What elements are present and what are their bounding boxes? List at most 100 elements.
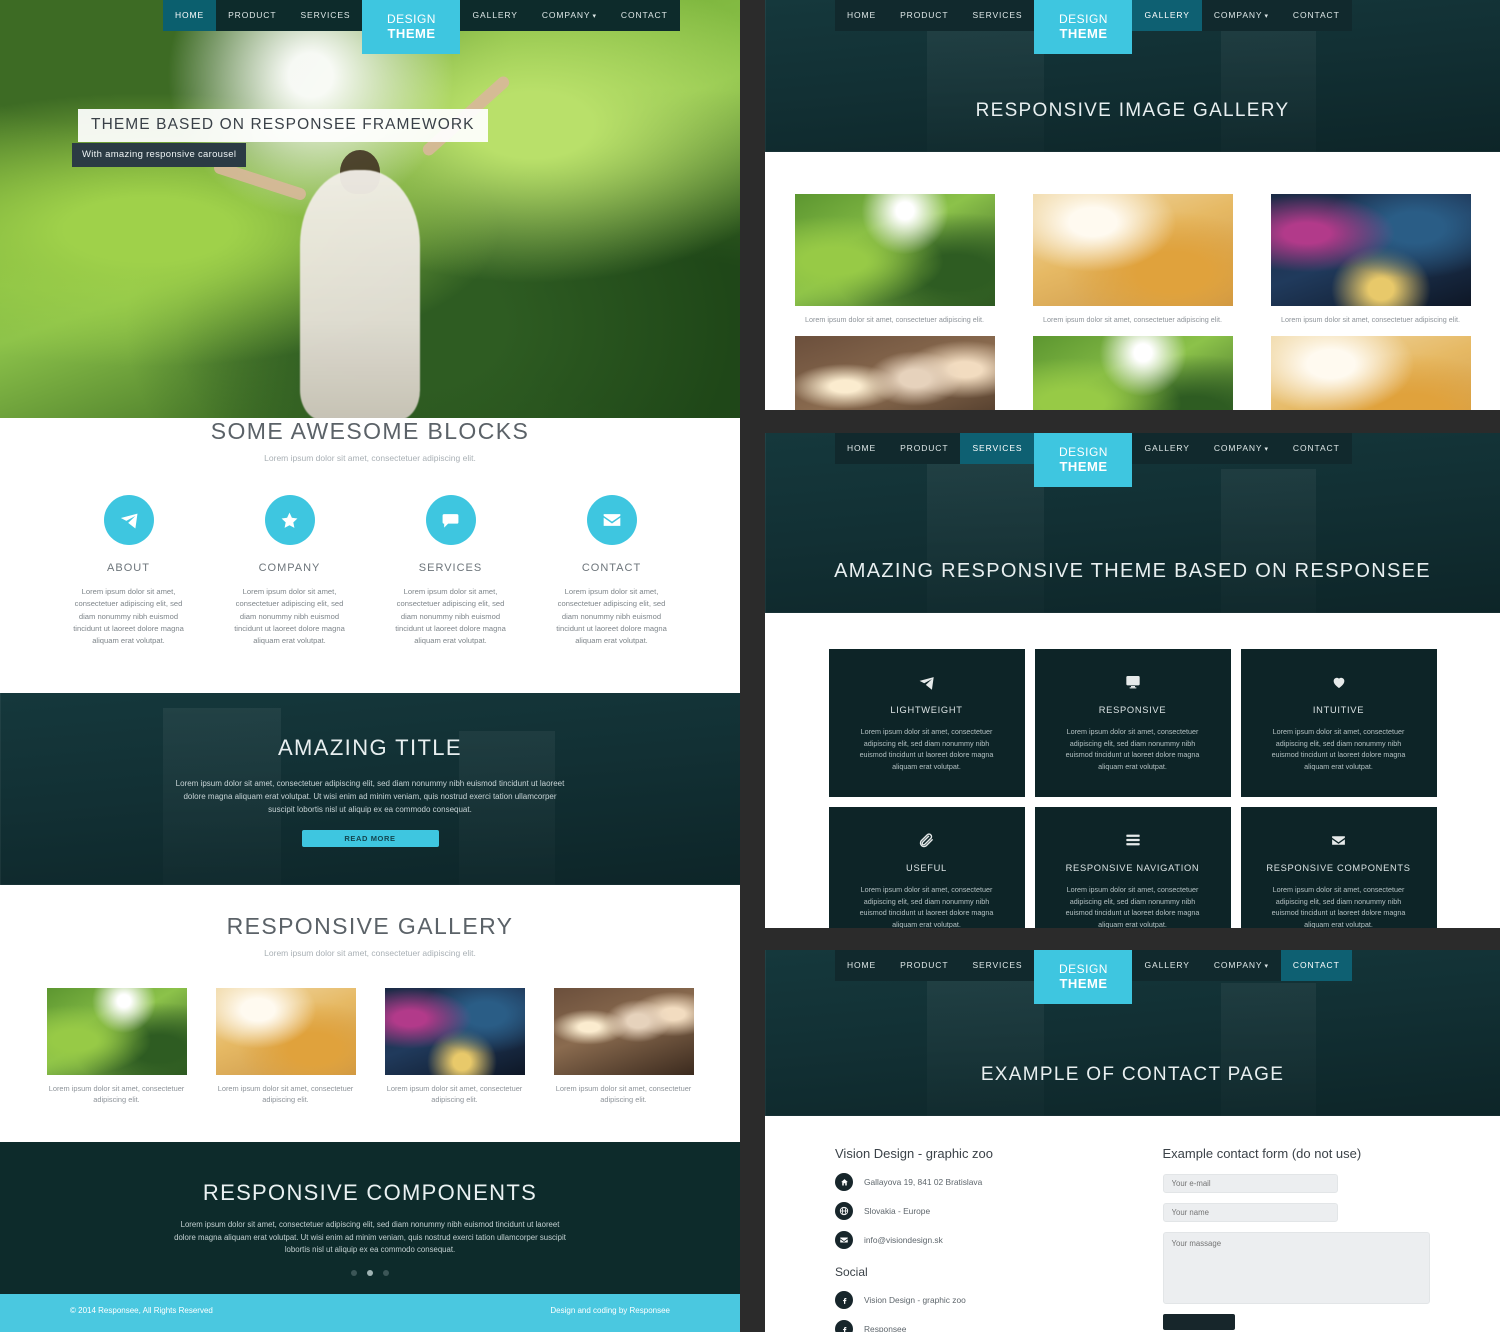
nav-item-contact[interactable]: CONTACT (609, 0, 680, 31)
site-logo[interactable]: DESIGN THEME (1034, 950, 1133, 1004)
contact-detail-email[interactable]: info@visiondesign.sk (835, 1231, 1103, 1249)
star-icon[interactable] (264, 495, 315, 545)
nav-item-gallery[interactable]: GALLERY (1132, 0, 1202, 31)
hotel-room-image[interactable] (1270, 336, 1471, 410)
feature-title: INTUITIVE (1312, 705, 1365, 715)
nav-item-product[interactable]: PRODUCT (888, 0, 960, 31)
responsive-gallery-section: RESPONSIVE GALLERY Lorem ipsum dolor sit… (0, 885, 740, 1142)
gallery-item[interactable]: Lorem ipsum dolor sit amet, consectetuer… (46, 988, 187, 1105)
site-logo[interactable]: DESIGN THEME (1034, 0, 1133, 54)
night-city-image[interactable] (384, 988, 525, 1075)
paper-plane-icon[interactable] (103, 495, 154, 545)
home-icon (835, 1173, 853, 1191)
block-about-title: ABOUT (107, 562, 150, 574)
gallery-item-caption: Lorem ipsum dolor sit amet, consectetuer… (1043, 315, 1222, 324)
gallery-item[interactable] (1270, 336, 1471, 410)
chevron-down-icon: ▾ (1264, 13, 1269, 20)
nav-left-group: HOME PRODUCT SERVICES (835, 0, 1035, 31)
facebook-icon (835, 1291, 853, 1309)
nav-left-group: HOME PRODUCT SERVICES (163, 0, 363, 31)
contact-detail-address: Gallayova 19, 841 02 Bratislava (835, 1173, 1103, 1191)
social-item-text: Vision Design - graphic zoo (864, 1295, 966, 1305)
chevron-down-icon: ▾ (592, 13, 597, 20)
nav-item-contact[interactable]: CONTACT (1281, 0, 1352, 31)
night-city-image[interactable] (1270, 194, 1471, 306)
gallery-item[interactable]: Lorem ipsum dolor sit amet, consectetuer… (384, 988, 525, 1105)
nav-item-company[interactable]: COMPANY ▾ (530, 0, 609, 31)
feature-responsive-components: RESPONSIVE COMPONENTS Lorem ipsum dolor … (1240, 807, 1437, 928)
carousel-dot-3[interactable] (383, 1269, 389, 1276)
panel-features-body: LIGHTWEIGHT Lorem ipsum dolor sit amet, … (765, 613, 1500, 928)
social-item[interactable]: Vision Design - graphic zoo (835, 1291, 1103, 1309)
nav-item-home[interactable]: HOME (835, 433, 888, 464)
blocks-section-title: SOME AWESOME BLOCKS (210, 418, 530, 444)
businessman-image[interactable] (794, 336, 995, 410)
nav-item-product[interactable]: PRODUCT (216, 0, 288, 31)
footer-credit: Design and coding by Responsee (550, 1306, 670, 1315)
gallery-item[interactable]: Lorem ipsum dolor sit amet, consectetuer… (1032, 194, 1233, 324)
nav-item-product[interactable]: PRODUCT (888, 433, 960, 464)
nav-item-services[interactable]: SERVICES (960, 950, 1034, 981)
nav-item-company[interactable]: COMPANY ▾ (1202, 433, 1281, 464)
block-services: SERVICES Lorem ipsum dolor sit amet, con… (394, 495, 507, 647)
social-item[interactable]: Responsee (835, 1320, 1103, 1332)
gallery-item[interactable]: Lorem ipsum dolor sit amet, consectetuer… (794, 194, 995, 324)
businessman-image[interactable] (553, 988, 694, 1075)
block-services-text: Lorem ipsum dolor sit amet, consectetuer… (395, 587, 506, 646)
blocks-section-subtitle: Lorem ipsum dolor sit amet, consectetuer… (264, 453, 476, 463)
feature-title: RESPONSIVE NAVIGATION (1065, 863, 1200, 873)
forest-woman-image[interactable] (46, 988, 187, 1075)
nav-item-services[interactable]: SERVICES (960, 433, 1035, 464)
gallery-item-caption: Lorem ipsum dolor sit amet, consectetuer… (805, 315, 984, 324)
site-logo[interactable]: DESIGN THEME (1034, 433, 1133, 487)
amazing-title-section: AMAZING TITLE Lorem ipsum dolor sit amet… (0, 693, 740, 885)
right-page-previews: HOME PRODUCT SERVICES DESIGN THEME GALLE… (765, 0, 1500, 1332)
gallery-item[interactable] (794, 336, 995, 410)
nav-item-product[interactable]: PRODUCT (888, 950, 960, 981)
hamburger-icon (1057, 829, 1209, 851)
nav-item-contact[interactable]: CONTACT (1280, 950, 1352, 981)
envelope-icon[interactable] (586, 495, 637, 545)
hero-caption: THEME BASED ON RESPONSEE FRAMEWORK (78, 109, 488, 142)
message-field[interactable] (1162, 1232, 1430, 1304)
logo-line-2: THEME (387, 26, 436, 42)
gallery-item[interactable]: Lorem ipsum dolor sit amet, consectetuer… (553, 988, 694, 1105)
logo-line-1: DESIGN (386, 12, 436, 27)
panel-gallery-header: HOME PRODUCT SERVICES DESIGN THEME GALLE… (765, 0, 1500, 152)
nav-item-gallery[interactable]: GALLERY (1132, 433, 1201, 464)
nav-item-company[interactable]: COMPANY ▾ (1202, 950, 1281, 981)
nav-item-home[interactable]: HOME (835, 0, 888, 31)
envelope-icon (835, 1231, 853, 1249)
nav-item-company-label: COMPANY (1213, 443, 1263, 453)
gallery-item[interactable] (1032, 336, 1233, 410)
chat-bubble-icon[interactable] (425, 495, 476, 545)
hotel-room-image[interactable] (1032, 194, 1233, 306)
carousel-dot-1[interactable] (351, 1269, 357, 1276)
logo-line-2: THEME (1059, 459, 1108, 475)
site-logo[interactable]: DESIGN THEME (362, 0, 461, 54)
nav-item-company-label: COMPANY (1213, 960, 1263, 970)
panel-gallery-title: RESPONSIVE IMAGE GALLERY (975, 100, 1290, 121)
read-more-button[interactable]: READ MORE (301, 829, 439, 847)
send-button[interactable] (1162, 1314, 1235, 1330)
gallery-section-title: RESPONSIVE GALLERY (226, 913, 514, 939)
nav-item-services[interactable]: SERVICES (960, 0, 1034, 31)
gallery-item[interactable]: Lorem ipsum dolor sit amet, consectetuer… (215, 988, 356, 1105)
nav-item-gallery[interactable]: GALLERY (460, 0, 529, 31)
forest-woman-image[interactable] (1032, 336, 1233, 410)
feature-text: Lorem ipsum dolor sit amet, consectetuer… (1271, 727, 1406, 771)
nav-item-contact[interactable]: CONTACT (1281, 433, 1352, 464)
hotel-room-image[interactable] (215, 988, 356, 1075)
gallery-item[interactable]: Lorem ipsum dolor sit amet, consectetuer… (1270, 194, 1471, 324)
nav-item-services[interactable]: SERVICES (288, 0, 362, 31)
name-field[interactable] (1162, 1203, 1338, 1222)
nav-item-home[interactable]: HOME (835, 950, 888, 981)
gallery-item-caption: Lorem ipsum dolor sit amet, consectetuer… (48, 1084, 185, 1105)
carousel-dot-2[interactable] (367, 1269, 373, 1276)
email-field[interactable] (1162, 1174, 1338, 1193)
panel-gallery-body: Lorem ipsum dolor sit amet, consectetuer… (765, 152, 1500, 410)
nav-item-home[interactable]: HOME (163, 0, 217, 31)
nav-item-gallery[interactable]: GALLERY (1132, 950, 1201, 981)
forest-woman-image[interactable] (794, 194, 995, 306)
nav-item-company[interactable]: COMPANY ▾ (1202, 0, 1281, 31)
